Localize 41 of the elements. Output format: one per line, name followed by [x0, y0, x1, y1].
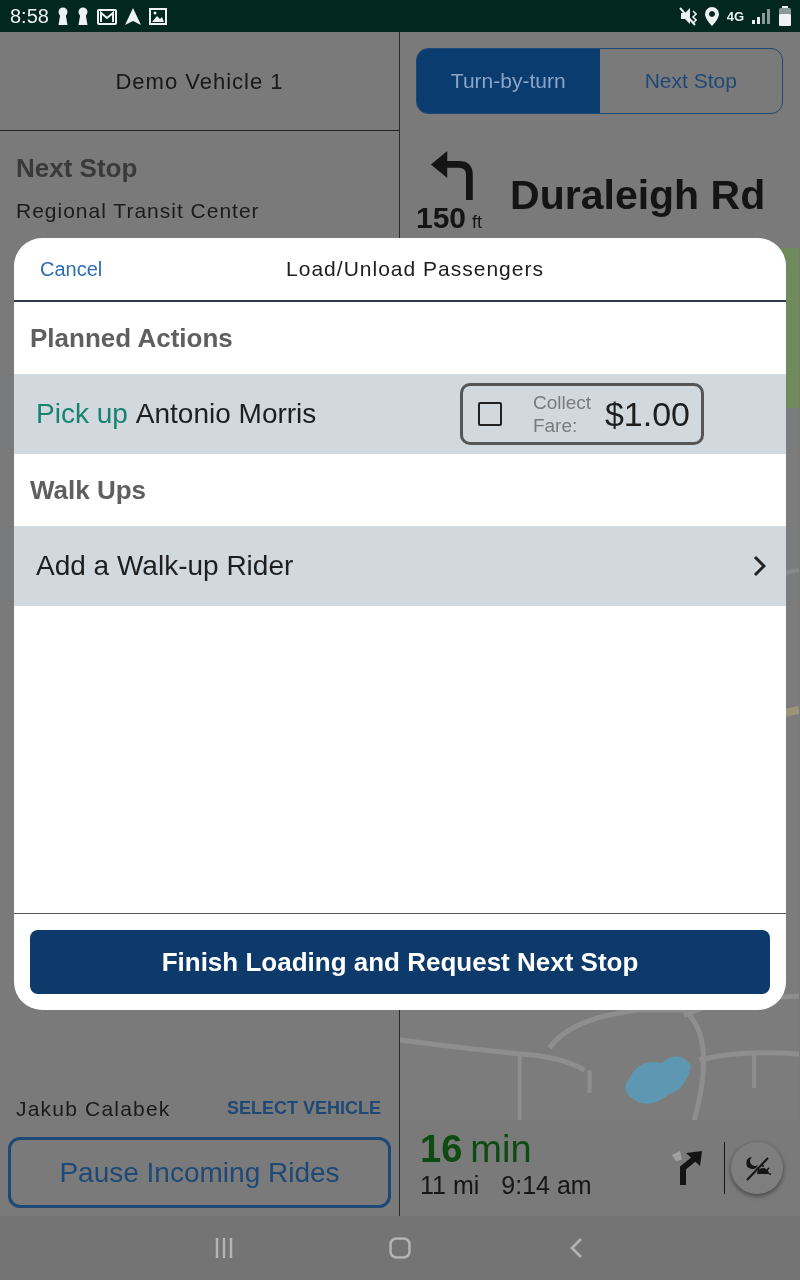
mute-vibrate-icon [678, 6, 697, 26]
trip-distance: 11 mi [420, 1170, 480, 1200]
network-type-label: 4G [726, 9, 744, 23]
recents-icon[interactable] [215, 1238, 233, 1258]
turn-right-arrow-icon [672, 1151, 704, 1185]
battery-icon [778, 6, 792, 26]
keyhole-icon [76, 7, 89, 25]
image-icon [148, 7, 167, 25]
location-pin-icon [704, 6, 719, 26]
keyhole-icon [56, 7, 69, 25]
dialog-title: Load/Unload Passengers [286, 257, 544, 281]
arrival-time: 9:14 am [501, 1170, 592, 1200]
section-heading: Planned Actions [30, 321, 233, 355]
section-heading: Walk Ups [30, 473, 147, 507]
walk-up-rider-item[interactable]: Add a Walk-up Rider [14, 526, 786, 606]
signal-bars-icon [752, 8, 770, 24]
driver-name: Jakub Calabek [16, 1095, 171, 1122]
chevron-right-icon [753, 555, 766, 577]
action-label: Pick up [36, 397, 128, 431]
back-icon[interactable] [569, 1238, 583, 1258]
section-heading: Next Stop [16, 153, 138, 183]
fare-amount: $1.00 [604, 393, 690, 435]
segment-tab[interactable]: Turn-by-turn [417, 49, 600, 113]
duration-unit: min [470, 1128, 532, 1170]
status-time: 8:58 [10, 4, 49, 29]
cancel-link[interactable]: Cancel [14, 254, 134, 284]
home-icon[interactable] [389, 1237, 411, 1259]
day-night-button[interactable] [731, 1142, 783, 1194]
duration-value: 16 [420, 1128, 463, 1170]
vehicle-name: Demo Vehicle 1 [115, 67, 284, 96]
mail-icon [96, 7, 117, 25]
distance-value: 150 [416, 202, 467, 234]
rider-name: Antonio Morris [135, 397, 317, 431]
finish-loading-button[interactable]: Finish Loading and Request Next Stop [30, 930, 770, 994]
street-name: Duraleigh Rd [510, 172, 766, 218]
distance-unit: ft [472, 211, 483, 234]
stop-name: Regional Transit Center [16, 198, 260, 224]
fare-label: Collect Fare: [532, 391, 592, 437]
fare-checkbox[interactable] [477, 402, 502, 426]
navigation-arrow-icon [124, 7, 141, 25]
moon-sun-icon [743, 1154, 771, 1182]
